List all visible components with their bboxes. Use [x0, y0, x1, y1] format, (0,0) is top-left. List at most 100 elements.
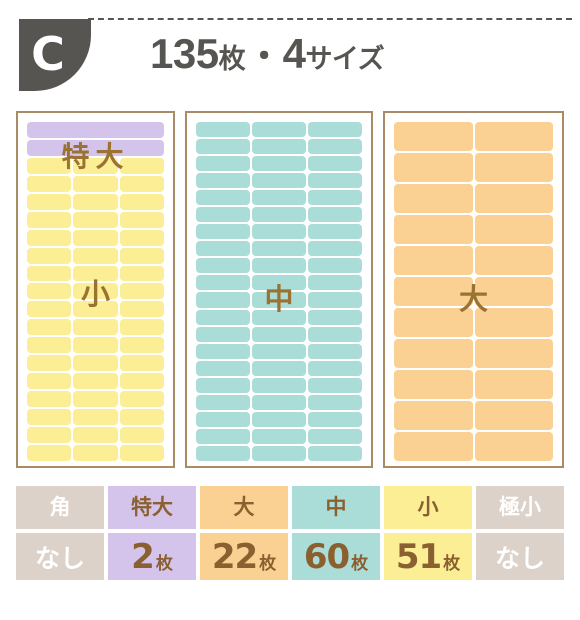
sheet-cell-teal[interactable]	[196, 377, 250, 393]
sheet-cell-yellow[interactable]	[73, 247, 118, 264]
sheet-cell-teal[interactable]	[196, 207, 250, 223]
sheet-cell-teal[interactable]	[252, 394, 306, 410]
sheet-cell-yellow[interactable]	[119, 229, 164, 246]
sheet-cell-yellow[interactable]	[119, 283, 164, 300]
sheet-cell-teal[interactable]	[308, 377, 362, 393]
sheet-cell-yellow[interactable]	[119, 265, 164, 282]
sheet-cell-yellow[interactable]	[119, 444, 164, 461]
sheet-cell-teal[interactable]	[252, 258, 306, 274]
sheet-cell-yellow[interactable]	[27, 157, 72, 174]
sheet-cell-teal[interactable]	[196, 445, 250, 461]
sheet-cell-teal[interactable]	[252, 156, 306, 172]
sheet-cell-orange[interactable]	[474, 246, 553, 275]
sheet-cell-teal[interactable]	[252, 445, 306, 461]
sheet-cell-teal[interactable]	[308, 275, 362, 291]
sheet-cell-teal[interactable]	[308, 343, 362, 359]
sheet-cell-teal[interactable]	[196, 241, 250, 257]
sheet-cell-teal[interactable]	[252, 360, 306, 376]
sheet-cell-orange[interactable]	[474, 215, 553, 244]
sheet-cell-purple[interactable]	[27, 122, 164, 138]
sheet-cell-yellow[interactable]	[73, 265, 118, 282]
sheet-cell-teal[interactable]	[196, 411, 250, 427]
sheet-cell-teal[interactable]	[252, 190, 306, 206]
sheet-cell-yellow[interactable]	[27, 355, 72, 372]
sheet-cell-yellow[interactable]	[27, 175, 72, 192]
sheet-cell-teal[interactable]	[196, 190, 250, 206]
sheet-cell-teal[interactable]	[196, 394, 250, 410]
sheet-cell-yellow[interactable]	[27, 229, 72, 246]
sheet-cell-teal[interactable]	[196, 428, 250, 444]
sheet-cell-teal[interactable]	[196, 258, 250, 274]
sheet-cell-yellow[interactable]	[73, 409, 118, 425]
sheet-cell-yellow[interactable]	[73, 301, 118, 318]
sheet-cell-orange[interactable]	[394, 246, 473, 275]
sheet-cell-yellow[interactable]	[73, 444, 118, 461]
sheet-cell-yellow[interactable]	[119, 426, 164, 443]
sheet-cell-teal[interactable]	[252, 122, 306, 138]
sheet-cell-yellow[interactable]	[73, 391, 118, 407]
sheet-cell-yellow[interactable]	[119, 319, 164, 336]
sheet-cell-yellow[interactable]	[27, 283, 72, 300]
sheet-cell-yellow[interactable]	[27, 319, 72, 336]
sheet-cell-yellow[interactable]	[119, 193, 164, 210]
sheet-cell-teal[interactable]	[308, 173, 362, 189]
sheet-cell-teal[interactable]	[252, 173, 306, 189]
sheet-cell-teal[interactable]	[308, 122, 362, 138]
sheet-cell-teal[interactable]	[252, 224, 306, 240]
sheet-cell-teal[interactable]	[308, 428, 362, 444]
sheet-cell-orange[interactable]	[474, 277, 553, 306]
sheet-cell-orange[interactable]	[474, 184, 553, 213]
sheet-cell-teal[interactable]	[308, 292, 362, 308]
sheet-cell-teal[interactable]	[308, 207, 362, 223]
sheet-cell-teal[interactable]	[308, 258, 362, 274]
sheet-cell-teal[interactable]	[196, 275, 250, 291]
sheet-cell-teal[interactable]	[252, 343, 306, 359]
sheet-cell-teal[interactable]	[196, 224, 250, 240]
sheet-cell-teal[interactable]	[252, 207, 306, 223]
sheet-cell-teal[interactable]	[308, 445, 362, 461]
sheet-cell-teal[interactable]	[196, 122, 250, 138]
sheet-cell-yellow[interactable]	[27, 337, 72, 354]
sheet-cell-yellow[interactable]	[119, 211, 164, 228]
sheet-cell-teal[interactable]	[308, 394, 362, 410]
sheet-cell-yellow[interactable]	[73, 337, 118, 354]
sheet-cell-orange[interactable]	[474, 308, 553, 337]
sheet-cell-yellow[interactable]	[27, 426, 72, 443]
sheet-cell-orange[interactable]	[394, 122, 473, 151]
sheet-cell-yellow[interactable]	[119, 409, 164, 425]
sheet-cell-teal[interactable]	[252, 241, 306, 257]
sheet-cell-yellow[interactable]	[119, 355, 164, 372]
sheet-cell-yellow[interactable]	[27, 301, 72, 318]
sheet-cell-teal[interactable]	[196, 326, 250, 342]
sheet-cell-teal[interactable]	[252, 377, 306, 393]
sheet-cell-orange[interactable]	[394, 153, 473, 182]
sheet-cell-yellow[interactable]	[73, 283, 118, 300]
sheet-cell-teal[interactable]	[252, 411, 306, 427]
sheet-cell-yellow[interactable]	[119, 157, 164, 174]
sheet-cell-yellow[interactable]	[27, 247, 72, 264]
sheet-cell-yellow[interactable]	[119, 247, 164, 264]
sheet-cell-yellow[interactable]	[27, 211, 72, 228]
sheet-cell-yellow[interactable]	[73, 319, 118, 336]
sheet-cell-yellow[interactable]	[119, 373, 164, 390]
sheet-cell-yellow[interactable]	[73, 426, 118, 443]
sheet-cell-orange[interactable]	[394, 215, 473, 244]
sheet-cell-teal[interactable]	[308, 360, 362, 376]
sheet-cell-yellow[interactable]	[73, 157, 118, 174]
sheet-cell-yellow[interactable]	[27, 265, 72, 282]
sheet-cell-teal[interactable]	[196, 309, 250, 325]
sheet-cell-yellow[interactable]	[119, 301, 164, 318]
sheet-cell-teal[interactable]	[308, 241, 362, 257]
sheet-cell-yellow[interactable]	[73, 373, 118, 390]
sheet-cell-orange[interactable]	[474, 401, 553, 430]
sheet-cell-orange[interactable]	[474, 432, 553, 461]
sheet-cell-yellow[interactable]	[27, 409, 72, 425]
sheet-cell-teal[interactable]	[196, 360, 250, 376]
sheet-cell-teal[interactable]	[196, 292, 250, 308]
sheet-cell-orange[interactable]	[394, 184, 473, 213]
sheet-cell-yellow[interactable]	[119, 337, 164, 354]
sheet-cell-teal[interactable]	[196, 343, 250, 359]
sheet-cell-teal[interactable]	[252, 309, 306, 325]
sheet-cell-yellow[interactable]	[27, 373, 72, 390]
sheet-cell-yellow[interactable]	[73, 211, 118, 228]
